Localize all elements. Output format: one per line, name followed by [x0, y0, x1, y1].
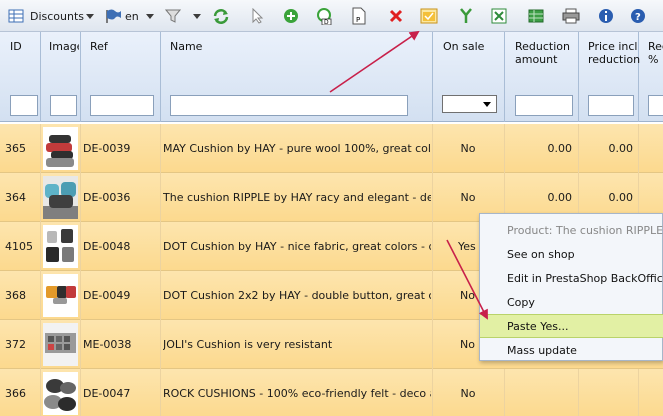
filter-reduction-amount-input[interactable] [515, 95, 573, 116]
product-thumbnail[interactable] [43, 323, 78, 366]
column-header-reduction-amount-line2: amount [515, 53, 558, 66]
cell-name: DOT Cushion 2x2 by HAY - double button, … [163, 289, 431, 302]
language-label: en [125, 9, 139, 23]
duplicate-icon[interactable]: D [313, 6, 335, 26]
cell-ref: DE-0036 [83, 191, 131, 204]
product-thumbnail[interactable] [43, 127, 78, 170]
cell-name: JOLI's Cushion is very resistant [163, 338, 333, 351]
product-thumbnail[interactable] [43, 176, 78, 219]
column-header-price-incl-line2: reduction [588, 53, 641, 66]
cell-id: 366 [5, 387, 26, 400]
language-flag-icon[interactable] [103, 6, 123, 26]
cell-id: 365 [5, 142, 26, 155]
column-header-price-incl-line1: Price incl [588, 40, 638, 53]
cell-ref: DE-0039 [83, 142, 131, 155]
language-selector[interactable]: en [125, 6, 139, 26]
column-header-image[interactable]: Image [49, 40, 79, 53]
cell-id: 368 [5, 289, 26, 302]
svg-text:?: ? [635, 12, 641, 23]
cell-on-sale: No [460, 289, 475, 302]
print-icon[interactable] [560, 6, 582, 26]
column-header-price-incl[interactable]: Price incl reduction [588, 40, 640, 66]
filter-image-input[interactable] [50, 95, 77, 116]
cell-ref: DE-0048 [83, 240, 131, 253]
context-menu-mass-update[interactable]: Mass update [480, 338, 663, 362]
language-chevron-down-icon[interactable] [145, 6, 155, 26]
filter-chevron-down-icon[interactable] [192, 6, 202, 26]
svg-text:D: D [324, 19, 329, 25]
context-menu-product-title: Product: The cushion RIPPLE by HAY [507, 223, 663, 237]
view-selector-chevron-down-icon[interactable] [85, 6, 95, 26]
filter-name-input[interactable] [170, 95, 408, 116]
merge-icon[interactable] [456, 6, 476, 26]
column-header-ref[interactable]: Ref [90, 40, 108, 53]
context-menu-paste[interactable]: Paste Yes... [480, 314, 663, 338]
delete-icon[interactable] [386, 6, 406, 26]
view-selector[interactable]: Discounts [30, 6, 84, 26]
column-header-reduction-pct-line2: % [648, 53, 659, 66]
table-row[interactable]: 365 DE-0039 MAY Cushion by HAY - pure wo… [0, 124, 663, 173]
column-header-id[interactable]: ID [10, 40, 22, 53]
cell-id: 4105 [5, 240, 33, 253]
new-page-icon[interactable]: P [348, 6, 370, 26]
filter-ref-input[interactable] [90, 95, 154, 116]
product-thumbnail[interactable] [43, 225, 78, 268]
table-row[interactable]: 366 DE-0047 ROCK CUSHIONS - 100% eco-fri… [0, 369, 663, 416]
filter-icon[interactable] [164, 6, 182, 26]
product-thumbnail[interactable] [43, 372, 78, 415]
cell-id: 372 [5, 338, 26, 351]
excel-export-icon[interactable] [489, 6, 509, 26]
column-header-reduction-amount-line1: Reduction [515, 40, 570, 53]
context-menu-see-on-shop[interactable]: See on shop [480, 242, 663, 266]
info-icon[interactable] [596, 6, 616, 26]
add-icon[interactable] [281, 6, 301, 26]
cell-name: MAY Cushion by HAY - pure wool 100%, gre… [163, 142, 431, 155]
filter-price-incl-input[interactable] [588, 95, 634, 116]
cell-ref: ME-0038 [83, 338, 132, 351]
cell-on-sale: No [460, 387, 476, 400]
context-menu-copy[interactable]: Copy [480, 290, 663, 314]
filter-on-sale-select[interactable] [442, 95, 497, 113]
view-selector-label: Discounts [30, 9, 85, 23]
column-header-name[interactable]: Name [170, 40, 202, 53]
spreadsheet-icon[interactable] [526, 6, 546, 26]
cell-on-sale: No [460, 142, 476, 155]
table-view-icon[interactable] [6, 6, 26, 26]
help-icon[interactable]: ? [628, 6, 648, 26]
cell-reduction-amount: 0.00 [547, 142, 573, 155]
context-menu: Product: The cushion RIPPLE by HAY See o… [479, 213, 663, 361]
chevron-down-icon [483, 102, 491, 107]
cell-name: ROCK CUSHIONS - 100% eco-friendly felt -… [163, 387, 431, 400]
pointer-icon[interactable] [248, 6, 266, 26]
column-header-reduction-amount[interactable]: Reduction amount [515, 40, 570, 66]
column-header-reduction-pct-line1: Redu [648, 40, 663, 53]
product-thumbnail[interactable] [43, 274, 78, 317]
toolbar: Discounts en D P ? [0, 0, 663, 32]
cell-ref: DE-0049 [83, 289, 131, 302]
paste-icon[interactable] [418, 6, 440, 26]
cell-name: The cushion RIPPLE by HAY racy and elega… [163, 191, 431, 204]
column-header-reduction-pct[interactable]: Redu % [648, 40, 663, 66]
cell-price-incl: 0.00 [608, 142, 634, 155]
refresh-icon[interactable] [211, 6, 231, 26]
column-header-on-sale[interactable]: On sale [443, 40, 484, 53]
cell-ref: DE-0047 [83, 387, 131, 400]
svg-text:P: P [356, 16, 360, 24]
context-menu-edit-backoffice[interactable]: Edit in PrestaShop BackOffice [480, 266, 663, 290]
filter-reduction-pct-input[interactable] [648, 95, 663, 116]
cell-name: DOT Cushion by HAY - nice fabric, great … [163, 240, 431, 253]
filter-id-input[interactable] [10, 95, 38, 116]
cell-on-sale: No [460, 338, 475, 351]
cell-id: 364 [5, 191, 26, 204]
